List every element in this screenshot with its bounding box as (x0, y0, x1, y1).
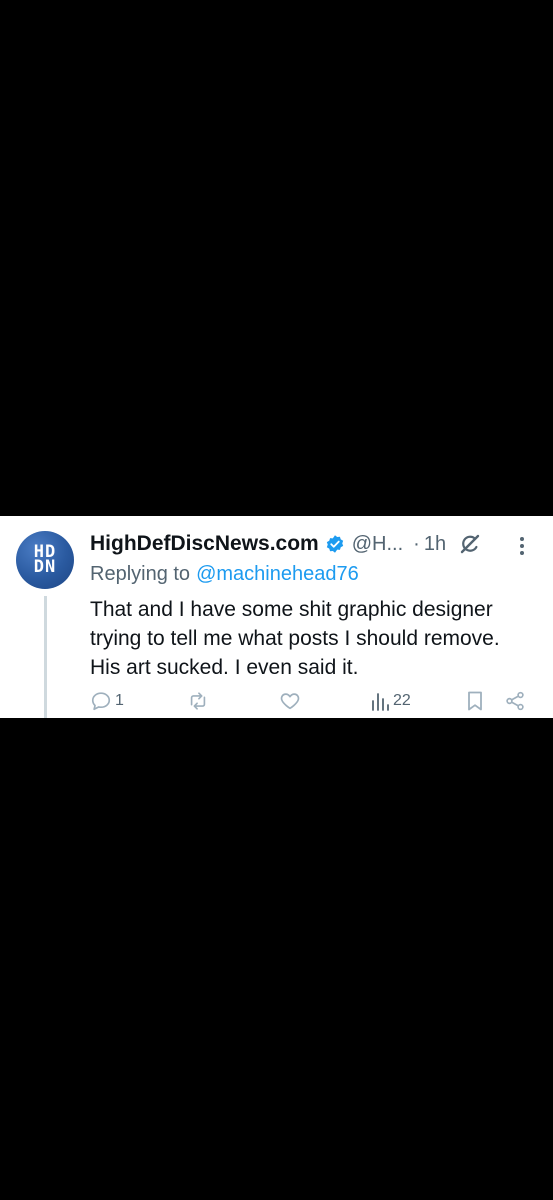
repost-button[interactable] (186, 690, 213, 712)
reply-button[interactable]: 1 (90, 690, 124, 712)
tweet-header: HighDefDiscNews.com @H... · 1h (90, 529, 553, 559)
display-name[interactable]: HighDefDiscNews.com (90, 532, 319, 556)
like-icon (278, 690, 302, 712)
more-options-icon[interactable] (512, 534, 532, 558)
views-icon (370, 690, 390, 712)
replying-to-mention[interactable]: @machinehead76 (196, 563, 359, 585)
separator-dot: · (413, 532, 420, 555)
share-icon (504, 690, 526, 712)
like-button[interactable] (278, 690, 305, 712)
bookmark-button[interactable] (465, 690, 485, 712)
share-button[interactable] (504, 690, 526, 712)
tweet-card[interactable]: HD DN HighDefDiscNews.com @H... · 1h Rep… (0, 516, 553, 718)
avatar-logo-text: HD DN (33, 542, 57, 577)
grok-icon[interactable] (458, 532, 482, 556)
replying-to-line: Replying to @machinehead76 (90, 563, 359, 586)
user-handle[interactable]: @H... (352, 533, 403, 556)
views-count: 22 (393, 692, 411, 709)
action-bar: 1 22 (0, 690, 553, 718)
tweet-text: That and I have some shit graphic design… (90, 598, 500, 679)
replying-to-label: Replying to (90, 563, 191, 585)
bookmark-icon (465, 690, 485, 712)
timestamp[interactable]: 1h (424, 533, 446, 556)
repost-icon (186, 690, 210, 712)
avatar[interactable]: HD DN (16, 531, 74, 589)
reply-icon (90, 690, 112, 712)
verified-badge-icon (325, 534, 345, 554)
views-button[interactable]: 22 (370, 690, 411, 712)
reply-count: 1 (115, 692, 124, 709)
